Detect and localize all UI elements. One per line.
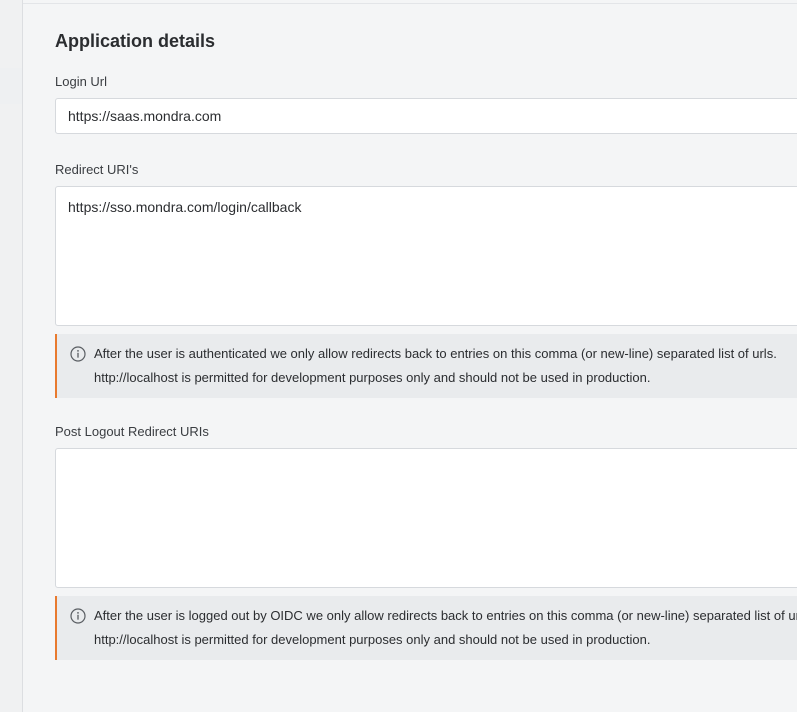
info-circle-icon: [70, 346, 86, 362]
redirect-uris-textarea[interactable]: https://sso.mondra.com/login/callback: [55, 186, 797, 326]
redirect-uris-info-text: After the user is authenticated we only …: [94, 346, 777, 361]
left-sidebar-rail: [0, 0, 23, 712]
post-logout-info-note: http://localhost is permitted for develo…: [94, 632, 651, 647]
redirect-uris-label: Redirect URI's: [55, 162, 139, 177]
redirect-uris-info-box: After the user is authenticated we only …: [55, 334, 797, 398]
top-divider: [23, 0, 797, 4]
login-url-label: Login Url: [55, 74, 108, 89]
post-logout-redirect-uris-label: Post Logout Redirect URIs: [55, 424, 209, 439]
login-url-input[interactable]: [55, 98, 797, 134]
post-logout-redirect-uris-textarea[interactable]: [55, 448, 797, 588]
section-title: Application details: [55, 31, 216, 51]
info-circle-icon: [70, 608, 86, 624]
redirect-uris-info-note: http://localhost is permitted for develo…: [94, 370, 651, 385]
sidebar-active-indicator: [0, 68, 22, 104]
post-logout-info-text: After the user is logged out by OIDC we …: [94, 608, 797, 623]
post-logout-info-box: After the user is logged out by OIDC we …: [55, 596, 797, 660]
